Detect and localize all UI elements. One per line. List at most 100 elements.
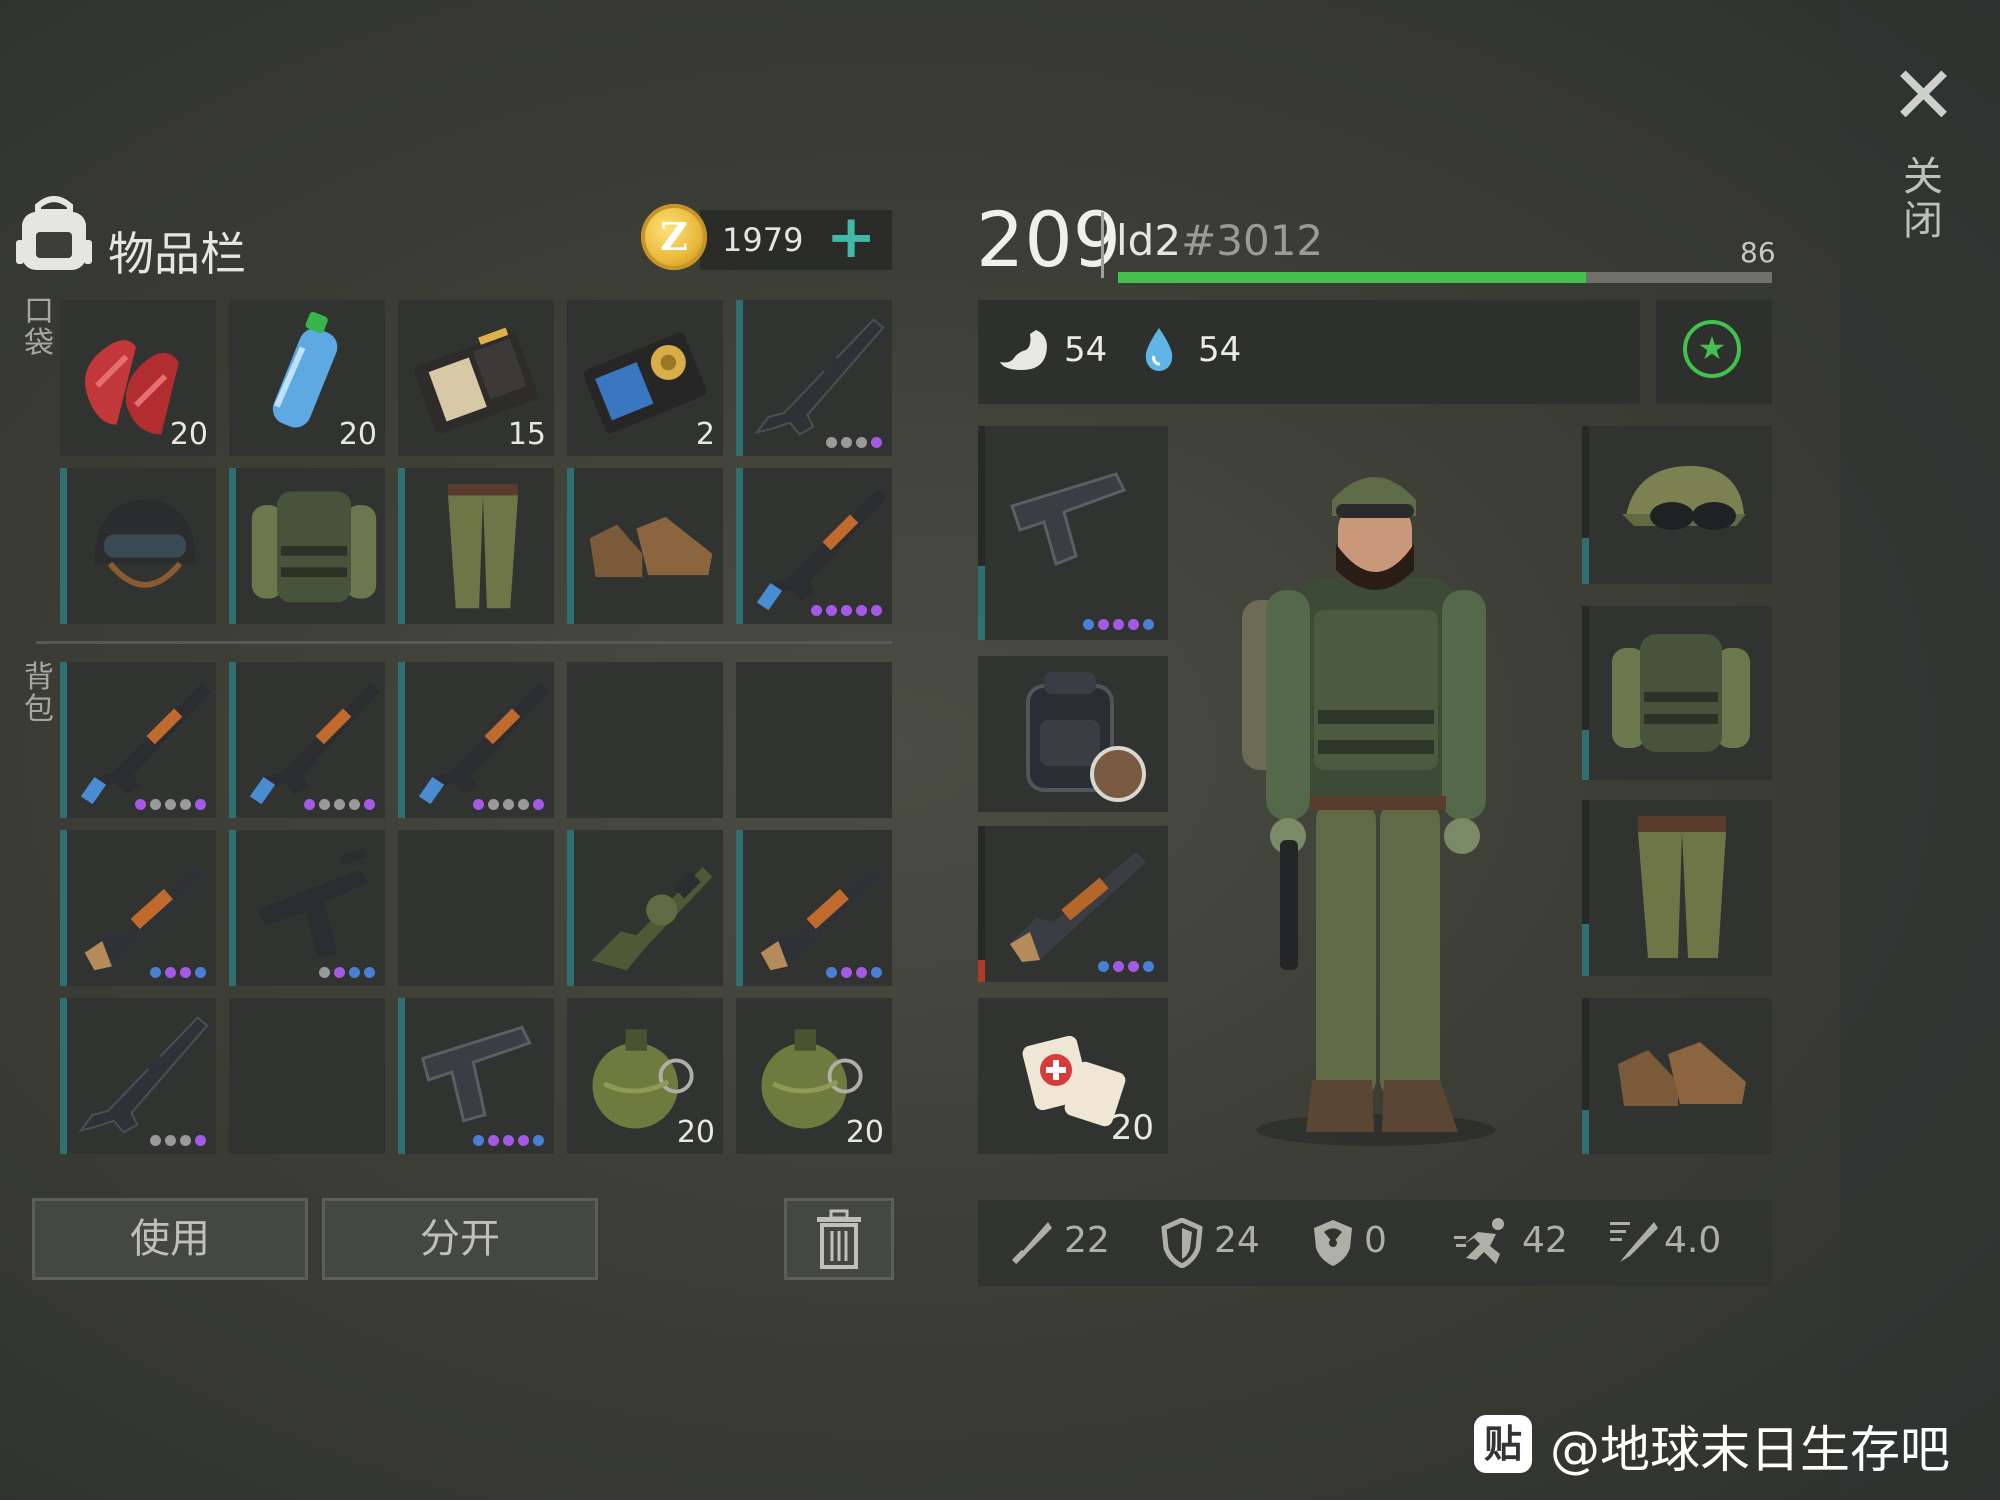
inventory-slot-uzi[interactable] [229, 830, 385, 986]
empty-slot[interactable] [567, 662, 723, 818]
ak47-rifle-icon [418, 683, 550, 805]
inventory-slot-police-badge-wallet[interactable]: 2 [567, 300, 723, 456]
running-icon [1454, 1218, 1504, 1264]
boots-icon [1618, 1042, 1746, 1106]
rarity-dot [473, 1135, 484, 1146]
rarity-dot [1083, 619, 1094, 630]
rarity-dot [488, 799, 499, 810]
backpack-label: 背包 [24, 660, 54, 727]
water-drop-icon [1145, 328, 1173, 371]
inventory-slot-shotgun[interactable] [60, 830, 216, 986]
rarity-dot [195, 967, 206, 978]
inventory-slot-shotgun[interactable] [736, 830, 892, 986]
stealth-knife-icon [1610, 1222, 1658, 1262]
weapon-slot-secondary[interactable] [978, 826, 1168, 982]
attack-value: 22 [1064, 1220, 1110, 1261]
backpack-slot[interactable] [978, 656, 1168, 812]
inventory-slot-m16-rifle[interactable] [736, 300, 892, 456]
star-icon[interactable]: ★ [1683, 320, 1741, 378]
coin-icon: Z [641, 204, 707, 270]
close-label[interactable]: 关闭 [1900, 155, 1946, 243]
rarity-dot [811, 605, 822, 616]
rarity-dot [1098, 961, 1109, 972]
rarity-dot [856, 605, 867, 616]
rarity-dot [871, 437, 882, 448]
item-count: 20 [1110, 1108, 1154, 1148]
rarity-dot [856, 967, 867, 978]
inventory-slot-grenade[interactable]: 20 [736, 998, 892, 1154]
rarity-dot [503, 1135, 514, 1146]
inventory-slot-ak47-rifle[interactable] [229, 662, 385, 818]
player-name: ld2 [1116, 216, 1182, 265]
rarity-dot [319, 967, 330, 978]
close-icon[interactable]: ✕ [1890, 56, 1957, 136]
rarity-dots [811, 605, 882, 616]
inventory-slot-camo-pants[interactable] [398, 468, 554, 624]
inventory-slot-ak47-rifle[interactable] [398, 662, 554, 818]
camo-vest-icon [251, 491, 377, 603]
inventory-slot-grenade-launcher[interactable] [567, 830, 723, 986]
legs-slot[interactable] [1582, 800, 1772, 976]
inventory-slot-pistol[interactable] [398, 998, 554, 1154]
inventory-slot-boots[interactable] [567, 468, 723, 624]
stealth-value: 4.0 [1664, 1220, 1722, 1261]
rarity-dot [826, 605, 837, 616]
rarity-dot [1113, 961, 1124, 972]
rarity-dot [180, 1135, 191, 1146]
rarity-dot [518, 1135, 529, 1146]
rarity-dot [533, 799, 544, 810]
slot-edge [978, 826, 985, 982]
inventory-slot-grenade[interactable]: 20 [567, 998, 723, 1154]
rarity-dot [150, 1135, 161, 1146]
inventory-slot-ak47-rifle[interactable] [736, 468, 892, 624]
rarity-dot [165, 799, 176, 810]
durability-bar [1582, 924, 1589, 976]
rarity-dot [841, 605, 852, 616]
ak47-rifle-icon [756, 489, 888, 611]
body-slot[interactable] [1582, 606, 1772, 780]
shotgun-icon [760, 865, 884, 971]
rarity-dot [195, 1135, 206, 1146]
empty-slot[interactable] [736, 662, 892, 818]
empty-slot[interactable] [398, 830, 554, 986]
combat-helmet-icon [94, 499, 196, 588]
inventory-slot-water-bottle[interactable]: 20 [229, 300, 385, 456]
weapon-slot-primary[interactable] [978, 426, 1168, 640]
rarity-dot [349, 967, 360, 978]
head-slot[interactable] [1582, 426, 1772, 584]
rarity-dot [841, 967, 852, 978]
rarity-dot [518, 799, 529, 810]
rarity-dot [1128, 961, 1139, 972]
empty-slot[interactable] [229, 998, 385, 1154]
pistol-icon [1010, 472, 1127, 567]
durability-bar [978, 566, 985, 640]
rarity-dots [826, 437, 882, 448]
rarity-dot [319, 799, 330, 810]
add-coins-button[interactable]: + [826, 207, 876, 267]
feet-slot[interactable] [1582, 998, 1772, 1154]
character-avatar [1242, 477, 1496, 1146]
player-name-line: ld2#3012 [1116, 216, 1323, 265]
durability-bar-low [978, 960, 985, 982]
trash-button[interactable] [784, 1198, 894, 1280]
inventory-slot-ak47-rifle[interactable] [60, 662, 216, 818]
rarity-dots [826, 967, 882, 978]
pocket-label: 口袋 [24, 294, 54, 361]
tieba-logo: 贴 [1474, 1415, 1532, 1473]
rarity-dots [473, 799, 544, 810]
stomach-icon [1000, 330, 1047, 370]
inventory-slot-combat-helmet[interactable] [60, 468, 216, 624]
rarity-dot [349, 799, 360, 810]
rarity-dot [180, 967, 191, 978]
inventory-slot-patrol-officer-id[interactable]: 15 [398, 300, 554, 456]
split-button[interactable]: 分开 [322, 1198, 598, 1280]
medical-slot[interactable]: 20 [978, 998, 1168, 1154]
rarity-dot [180, 799, 191, 810]
item-count: 2 [695, 417, 715, 452]
attack-icon [1011, 1222, 1052, 1265]
inventory-slot-m16-rifle[interactable] [60, 998, 216, 1154]
inventory-slot-raw-meat[interactable]: 20 [60, 300, 216, 456]
inventory-slot-camo-vest[interactable] [229, 468, 385, 624]
player-level: 209 [976, 195, 1122, 284]
use-button[interactable]: 使用 [32, 1198, 308, 1280]
